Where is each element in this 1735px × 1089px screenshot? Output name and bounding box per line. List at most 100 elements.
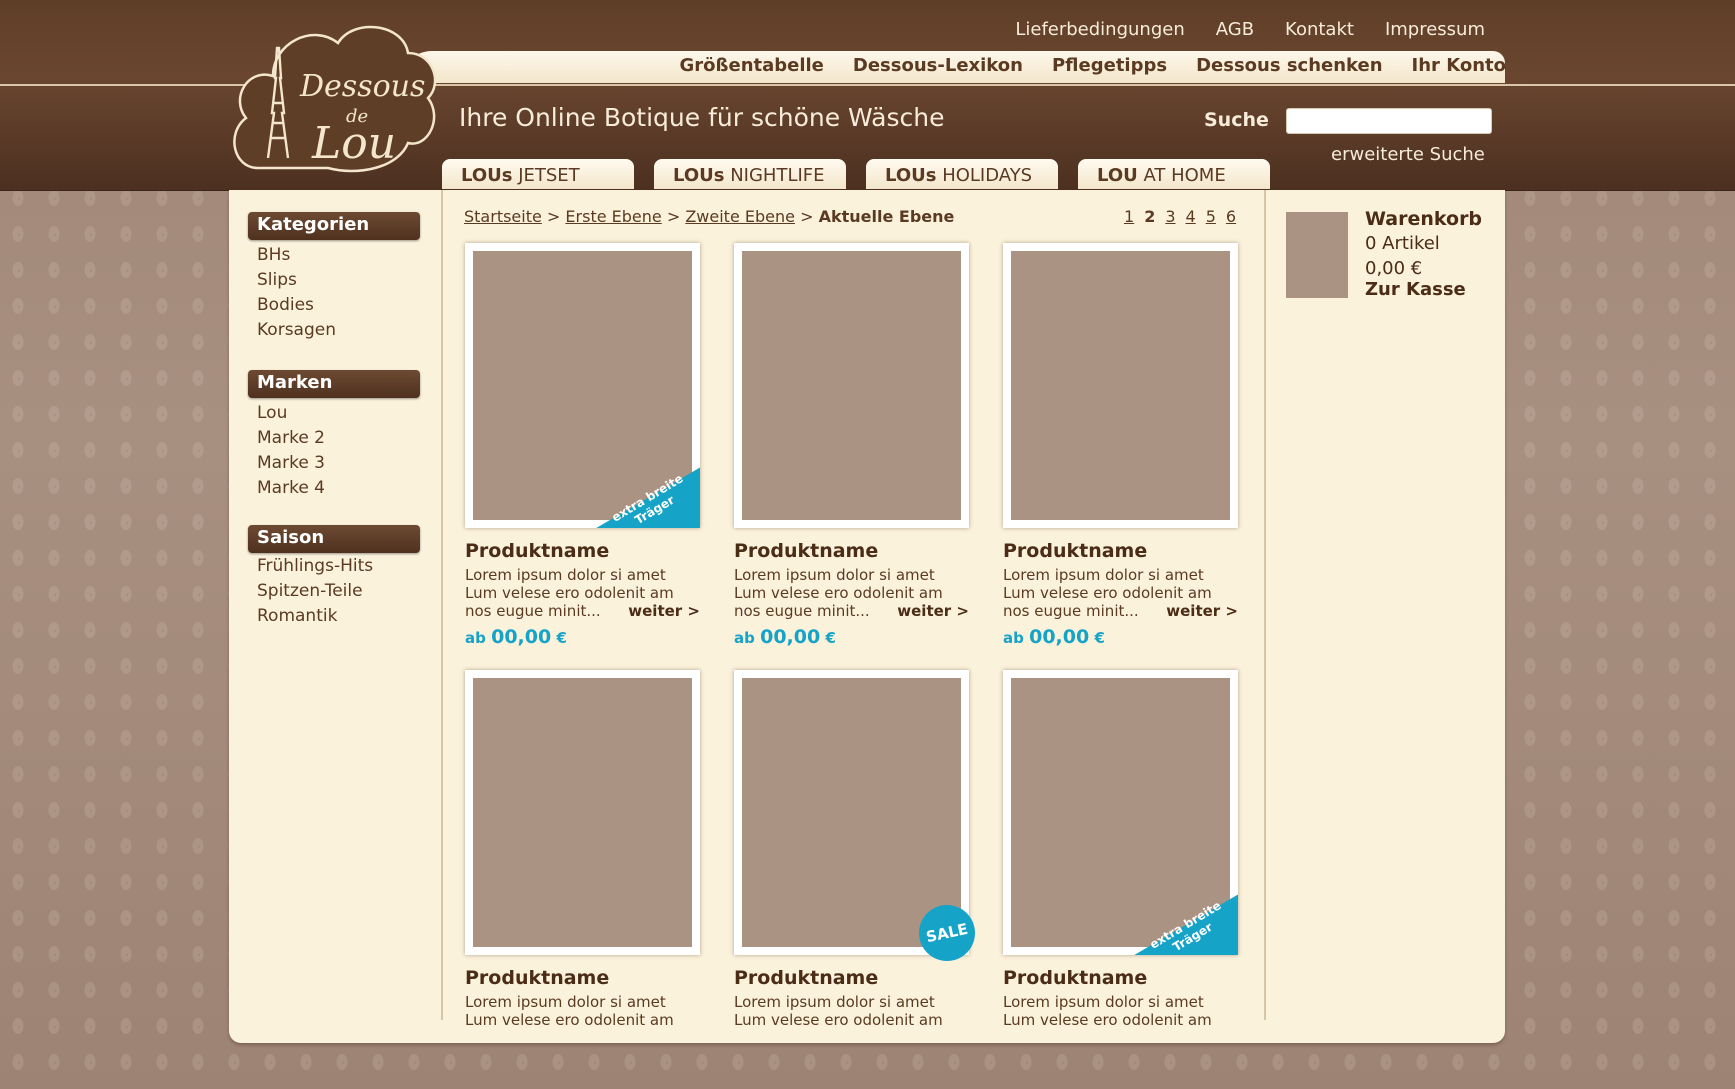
product-more-link[interactable]: weiter > — [897, 602, 969, 620]
sidebar-item-slips[interactable]: Slips — [257, 268, 336, 293]
tab-nightlife[interactable]: LOUs NIGHTLIFE — [654, 159, 846, 189]
main-nav: Größentabelle Dessous-Lexikon Pflegetipp… — [680, 55, 1506, 76]
product-image — [742, 251, 961, 520]
product-name[interactable]: Produktname — [734, 540, 969, 562]
price-currency: € — [1094, 629, 1105, 647]
product-description: Lorem ipsum dolor si amet Lum velese ero… — [734, 566, 969, 620]
sidebar-item-korsagen[interactable]: Korsagen — [257, 318, 336, 343]
sidebar-item-romantik[interactable]: Romantik — [257, 604, 373, 629]
product-desc-line: Lum velese ero odolenit am — [465, 584, 674, 602]
breadcrumb-separator: > — [546, 207, 561, 226]
tagline: Ihre Online Botique für schöne Wäsche — [459, 103, 945, 132]
breadcrumb-erste-ebene[interactable]: Erste Ebene — [565, 207, 661, 226]
price-prefix: ab — [1003, 629, 1024, 647]
product-name[interactable]: Produktname — [465, 967, 700, 989]
page-2[interactable]: 2 — [1144, 207, 1155, 226]
sidebar-item-marke-4[interactable]: Marke 4 — [257, 476, 325, 501]
product-desc-line: Lorem ipsum dolor si amet — [734, 993, 935, 1011]
nav-impressum[interactable]: Impressum — [1385, 19, 1485, 40]
sidebar-list-saison: Frühlings-Hits Spitzen-Teile Romantik — [257, 554, 373, 629]
sidebar-item-marke-3[interactable]: Marke 3 — [257, 451, 325, 476]
nav-pflegetipps[interactable]: Pflegetipps — [1052, 55, 1167, 76]
cart-title[interactable]: Warenkorb — [1365, 208, 1482, 230]
product-image — [742, 678, 961, 947]
nav-lieferbedingungen[interactable]: Lieferbedingungen — [1015, 19, 1184, 40]
cart-item-count: 0 Artikel — [1365, 233, 1440, 254]
breadcrumb-startseite[interactable]: Startseite — [464, 207, 542, 226]
product-name[interactable]: Produktname — [734, 967, 969, 989]
product-name[interactable]: Produktname — [1003, 540, 1238, 562]
divider-right — [1264, 190, 1266, 1020]
product-desc-line: Lum velese ero odolenit am — [465, 1011, 674, 1029]
product-image-frame[interactable]: extra breite Träger — [465, 243, 700, 528]
sidebar-heading-saison: Saison — [248, 525, 420, 553]
tab-nightlife-bold: LOUs — [673, 165, 725, 186]
tab-holidays[interactable]: LOUs HOLIDAYS — [866, 159, 1058, 189]
product-description: Lorem ipsum dolor si amet Lum velese ero… — [465, 993, 700, 1029]
nav-dessous-lexikon[interactable]: Dessous-Lexikon — [853, 55, 1023, 76]
page-1[interactable]: 1 — [1124, 207, 1134, 226]
site-logo[interactable]: Dessous de Lou — [228, 18, 438, 178]
top-nav: Lieferbedingungen AGB Kontakt Impressum — [1015, 19, 1485, 40]
nav-agb[interactable]: AGB — [1216, 19, 1254, 40]
product-description: Lorem ipsum dolor si amet Lum velese ero… — [1003, 566, 1238, 620]
product-more-link[interactable]: weiter > — [1166, 602, 1238, 620]
checkout-link[interactable]: Zur Kasse — [1365, 279, 1466, 300]
product-image-frame[interactable]: extra breite Träger — [1003, 670, 1238, 955]
tab-at-home[interactable]: LOU AT HOME — [1078, 159, 1270, 189]
page-3[interactable]: 3 — [1165, 207, 1175, 226]
product-name[interactable]: Produktname — [1003, 967, 1238, 989]
product-card: Produktname Lorem ipsum dolor si amet Lu… — [465, 670, 700, 1029]
sidebar-item-fruehlings-hits[interactable]: Frühlings-Hits — [257, 554, 373, 579]
sidebar-list-kategorien: BHs Slips Bodies Korsagen — [257, 243, 336, 343]
product-card: Produktname Lorem ipsum dolor si amet Lu… — [1003, 243, 1238, 648]
price-prefix: ab — [465, 629, 486, 647]
nav-dessous-schenken[interactable]: Dessous schenken — [1196, 55, 1382, 76]
sidebar-item-lou[interactable]: Lou — [257, 401, 325, 426]
product-image-frame[interactable] — [465, 670, 700, 955]
product-card: extra breite Träger Produktname Lorem ips… — [465, 243, 700, 648]
price-amount: 00,00 — [760, 626, 821, 648]
product-more-link[interactable]: weiter > — [628, 602, 700, 620]
price-prefix: ab — [734, 629, 755, 647]
page-6[interactable]: 6 — [1226, 207, 1236, 226]
advanced-search-link[interactable]: erweiterte Suche — [1331, 144, 1485, 165]
nav-kontakt[interactable]: Kontakt — [1285, 19, 1354, 40]
breadcrumb-zweite-ebene[interactable]: Zweite Ebene — [685, 207, 795, 226]
product-price: ab 00,00 € — [465, 626, 700, 648]
breadcrumb-separator: > — [800, 207, 814, 226]
price-currency: € — [556, 629, 567, 647]
product-image-frame[interactable] — [734, 243, 969, 528]
tab-at-home-bold: LOU — [1097, 165, 1138, 186]
tab-jetset[interactable]: LOUs JETSET — [442, 159, 634, 189]
product-image-frame[interactable]: SALE — [734, 670, 981, 967]
tab-holidays-label: HOLIDAYS — [936, 165, 1033, 186]
price-amount: 00,00 — [1029, 626, 1090, 648]
product-card: Produktname Lorem ipsum dolor si amet Lu… — [734, 243, 969, 648]
breadcrumb-separator: > — [666, 207, 681, 226]
page-4[interactable]: 4 — [1186, 207, 1196, 226]
sidebar-item-marke-2[interactable]: Marke 2 — [257, 426, 325, 451]
tab-jetset-label: JETSET — [512, 165, 580, 186]
nav-ihr-konto[interactable]: Ihr Konto — [1412, 55, 1506, 76]
product-desc-line: Lorem ipsum dolor si amet — [465, 566, 666, 584]
tab-nightlife-label: NIGHTLIFE — [724, 165, 825, 186]
sidebar-list-marken: Lou Marke 2 Marke 3 Marke 4 — [257, 401, 325, 501]
nav-groessentabelle[interactable]: Größentabelle — [680, 55, 824, 76]
page-5[interactable]: 5 — [1206, 207, 1216, 226]
content-panel: Kategorien BHs Slips Bodies Korsagen Mar… — [229, 190, 1505, 1043]
search-input[interactable] — [1286, 108, 1492, 134]
product-desc-line: Lorem ipsum dolor si amet — [1003, 993, 1204, 1011]
product-desc-line: Lum velese ero odolenit am — [734, 584, 943, 602]
sidebar-item-bhs[interactable]: BHs — [257, 243, 336, 268]
product-image-frame[interactable] — [1003, 243, 1238, 528]
sidebar-item-spitzen-teile[interactable]: Spitzen-Teile — [257, 579, 373, 604]
product-name[interactable]: Produktname — [465, 540, 700, 562]
cart-image[interactable] — [1286, 212, 1348, 298]
product-desc-line: Lum velese ero odolenit am — [1003, 1011, 1212, 1029]
product-desc-line: Lorem ipsum dolor si amet — [465, 993, 666, 1011]
product-price: ab 00,00 € — [734, 626, 969, 648]
category-tabs: LOUs JETSET LOUs NIGHTLIFE LOUs HOLIDAYS… — [442, 159, 1270, 189]
search-label: Suche — [1204, 109, 1269, 131]
sidebar-item-bodies[interactable]: Bodies — [257, 293, 336, 318]
